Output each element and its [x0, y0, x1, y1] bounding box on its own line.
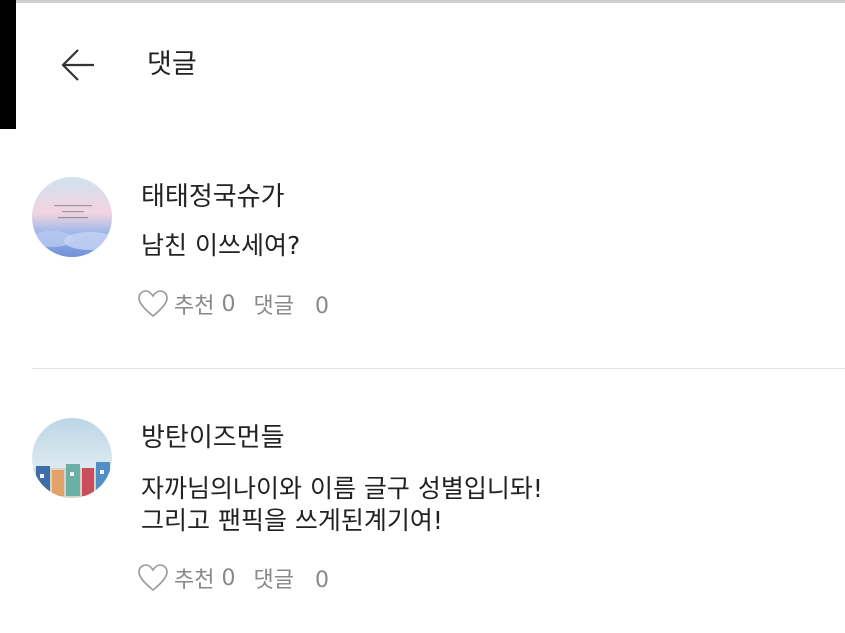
avatar[interactable]	[32, 177, 112, 257]
comment-username[interactable]: 태태정국슈가	[141, 180, 285, 214]
heart-icon	[138, 290, 168, 318]
like-label: 추천	[174, 568, 215, 593]
side-edge-bar	[0, 0, 16, 129]
like-count: 0	[221, 565, 236, 591]
reply-label: 댓글	[253, 568, 294, 593]
back-button[interactable]	[56, 44, 100, 88]
reply-button[interactable]: 댓글 0	[253, 562, 328, 594]
comment-divider	[32, 368, 845, 369]
comment-text-line-1: 자까님의나이와 이름 글구 성별입니돠!	[141, 474, 543, 503]
like-count: 0	[221, 291, 236, 317]
like-button[interactable]: 추천 0	[138, 288, 235, 320]
like-label: 추천	[174, 294, 215, 319]
reply-count: 0	[314, 568, 329, 593]
avatar[interactable]	[32, 418, 112, 498]
comment-username[interactable]: 방탄이즈먼들	[141, 421, 285, 455]
reply-count: 0	[314, 294, 329, 319]
comment-actions: 추천 0 댓글 0	[138, 287, 329, 321]
status-divider	[0, 0, 845, 3]
page-title: 댓글	[147, 49, 197, 80]
comment-text: 남친 이쓰세여?	[141, 231, 301, 260]
comment-actions: 추천 0 댓글 0	[138, 561, 329, 595]
comment-text-line-2: 그리고 팬픽을 쓰게된계기여!	[141, 506, 443, 535]
like-button[interactable]: 추천 0	[138, 562, 235, 594]
heart-icon	[138, 564, 168, 592]
reply-label: 댓글	[253, 294, 294, 319]
reply-button[interactable]: 댓글 0	[253, 288, 328, 320]
arrow-left-icon	[56, 44, 100, 88]
